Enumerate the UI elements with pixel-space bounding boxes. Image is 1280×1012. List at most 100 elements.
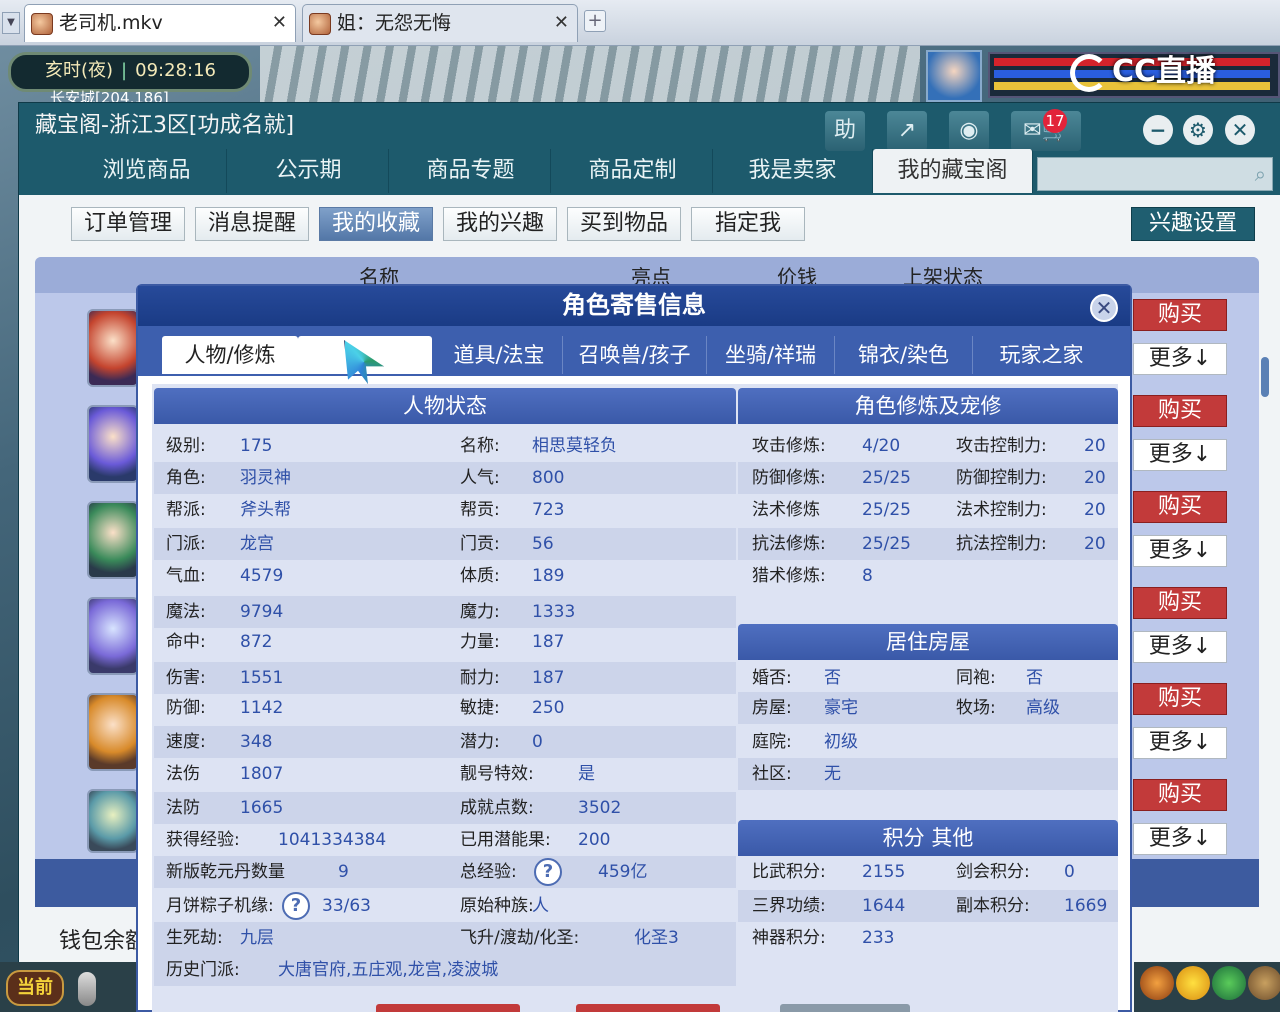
- cc-logo-icon: [1070, 53, 1108, 92]
- subtab-favorites[interactable]: 我的收藏: [319, 207, 433, 241]
- scrollbar[interactable]: [1261, 357, 1269, 397]
- help-icon[interactable]: ?: [534, 858, 562, 886]
- status-row: 防御: 1142 敏捷: 250: [154, 692, 736, 724]
- close-icon[interactable]: ✕: [1090, 294, 1118, 322]
- buy-button[interactable]: 购买: [1133, 779, 1227, 811]
- tab-character[interactable]: 人物/修炼: [162, 336, 298, 374]
- buy-button[interactable]: 购买: [1133, 683, 1227, 715]
- fist-icon[interactable]: [1140, 966, 1174, 1000]
- close-icon[interactable]: ✕: [272, 5, 287, 41]
- pet-icon[interactable]: [1212, 966, 1246, 1000]
- status-value: 1807: [240, 764, 284, 784]
- score-panel-title: 积分 其他: [738, 820, 1118, 856]
- tab-pets[interactable]: 召唤兽/孩子: [562, 336, 706, 374]
- record-icon[interactable]: ◉: [949, 111, 989, 151]
- close-icon[interactable]: ✕: [1225, 115, 1255, 145]
- status-label: 力量:: [460, 632, 500, 652]
- nav-topics[interactable]: 商品专题: [391, 149, 551, 193]
- status-label: 法伤: [166, 764, 200, 784]
- tab-clothes[interactable]: 锦衣/染色: [834, 336, 972, 374]
- more-button[interactable]: 更多↓: [1133, 535, 1227, 567]
- subtab-purchased[interactable]: 买到物品: [567, 207, 681, 241]
- nav-seller[interactable]: 我是卖家: [713, 149, 873, 193]
- nav-custom[interactable]: 商品定制: [553, 149, 713, 193]
- cultivation-value: 25/25: [862, 534, 911, 554]
- item-thumbnail[interactable]: [87, 309, 139, 387]
- item-thumbnail[interactable]: [87, 501, 139, 579]
- status-panel-title: 人物状态: [154, 388, 736, 424]
- mic-icon[interactable]: [78, 972, 96, 1006]
- help-icon[interactable]: ?: [282, 892, 310, 920]
- more-button[interactable]: 更多↓: [1133, 439, 1227, 471]
- tab-mounts[interactable]: 坐骑/祥瑞: [706, 336, 834, 374]
- browser-tab-1[interactable]: 老司机.mkv ✕: [24, 4, 296, 42]
- nav-browse[interactable]: 浏览商品: [67, 149, 227, 193]
- status-value: 33/63: [322, 896, 371, 916]
- more-button[interactable]: 更多↓: [1133, 343, 1227, 375]
- buy-button[interactable]: 购买: [1133, 395, 1227, 427]
- item-thumbnail[interactable]: [87, 789, 139, 853]
- cultivation-label: 防御控制力:: [956, 468, 1047, 488]
- avatar-icon: [309, 13, 331, 35]
- player-avatar[interactable]: [926, 50, 982, 102]
- status-value: 800: [532, 468, 565, 488]
- modal-action-button[interactable]: [780, 1004, 910, 1012]
- help-button[interactable]: 助: [825, 111, 865, 151]
- item-thumbnail[interactable]: [87, 405, 139, 483]
- chat-channel-button[interactable]: 当前: [6, 970, 64, 1006]
- game-clock: 亥时(夜) | 09:28:16: [8, 52, 252, 92]
- status-value: 348: [240, 732, 273, 752]
- minimize-icon[interactable]: −: [1143, 115, 1173, 145]
- buy-button[interactable]: 购买: [1133, 587, 1227, 619]
- status-row: 生死劫: 九层 飞升/渡劫/化圣: 化圣3: [154, 922, 736, 954]
- score-value: 1669: [1064, 896, 1108, 916]
- gear-icon[interactable]: ⚙: [1183, 115, 1213, 145]
- status-label: 级别:: [166, 436, 206, 456]
- status-value: 459亿: [598, 862, 648, 882]
- emoji-icon[interactable]: [1176, 966, 1210, 1000]
- share-icon[interactable]: ↗: [887, 111, 927, 151]
- buy-button[interactable]: 购买: [1133, 491, 1227, 523]
- status-label: 魔法:: [166, 602, 206, 622]
- new-tab-button[interactable]: +: [584, 10, 606, 32]
- house-panel-title: 居住房屋: [738, 624, 1118, 660]
- nav-public[interactable]: 公示期: [229, 149, 389, 193]
- search-input[interactable]: ⌕: [1037, 157, 1273, 191]
- browser-tab-2[interactable]: 姐：无怨无悔 ✕: [302, 4, 578, 42]
- modal-action-button[interactable]: [376, 1004, 520, 1012]
- item-thumbnail[interactable]: [87, 693, 139, 771]
- tab-items[interactable]: 道具/法宝: [436, 336, 562, 374]
- close-icon[interactable]: ✕: [554, 5, 569, 41]
- cultivation-row: 防御修炼: 25/25 防御控制力: 20: [738, 462, 1118, 494]
- status-value: 是: [578, 764, 595, 784]
- browser-tab-strip: ▼ 老司机.mkv ✕ 姐：无怨无悔 ✕ +: [0, 0, 1280, 46]
- status-value: 1041334384: [278, 830, 387, 850]
- more-button[interactable]: 更多↓: [1133, 631, 1227, 663]
- browser-tab-2-label: 姐：无怨无悔: [337, 12, 452, 34]
- subtab-messages[interactable]: 消息提醒: [195, 207, 309, 241]
- more-button[interactable]: 更多↓: [1133, 823, 1227, 855]
- location-text: 长安城[204,186]: [50, 89, 169, 102]
- game-scenery: [260, 46, 920, 106]
- subtab-orders[interactable]: 订单管理: [71, 207, 185, 241]
- nav-my-treasure[interactable]: 我的藏宝阁: [873, 149, 1033, 193]
- tab-menu-dropdown[interactable]: ▼: [2, 12, 20, 34]
- score-row: 神器积分: 233: [738, 922, 1118, 954]
- bag-icon[interactable]: [1248, 966, 1280, 1000]
- buy-button[interactable]: 购买: [1133, 299, 1227, 331]
- more-button[interactable]: 更多↓: [1133, 727, 1227, 759]
- status-label: 魔力:: [460, 602, 500, 622]
- house-label: 同袍:: [956, 668, 996, 688]
- time-period: 亥时(夜): [45, 60, 114, 81]
- score-value: 0: [1064, 862, 1075, 882]
- status-value: 1333: [532, 602, 576, 622]
- subtab-assigned[interactable]: 指定我: [691, 207, 805, 241]
- search-icon[interactable]: ⌕: [1255, 162, 1266, 186]
- item-thumbnail[interactable]: [87, 597, 139, 675]
- status-row: 获得经验: 1041334384 已用潜能果: 200: [154, 824, 736, 856]
- interest-settings-button[interactable]: 兴趣设置: [1131, 207, 1255, 241]
- modal-action-button[interactable]: [576, 1004, 720, 1012]
- status-label: 成就点数:: [460, 798, 534, 818]
- subtab-interests[interactable]: 我的兴趣: [443, 207, 557, 241]
- tab-home[interactable]: 玩家之家: [972, 336, 1110, 374]
